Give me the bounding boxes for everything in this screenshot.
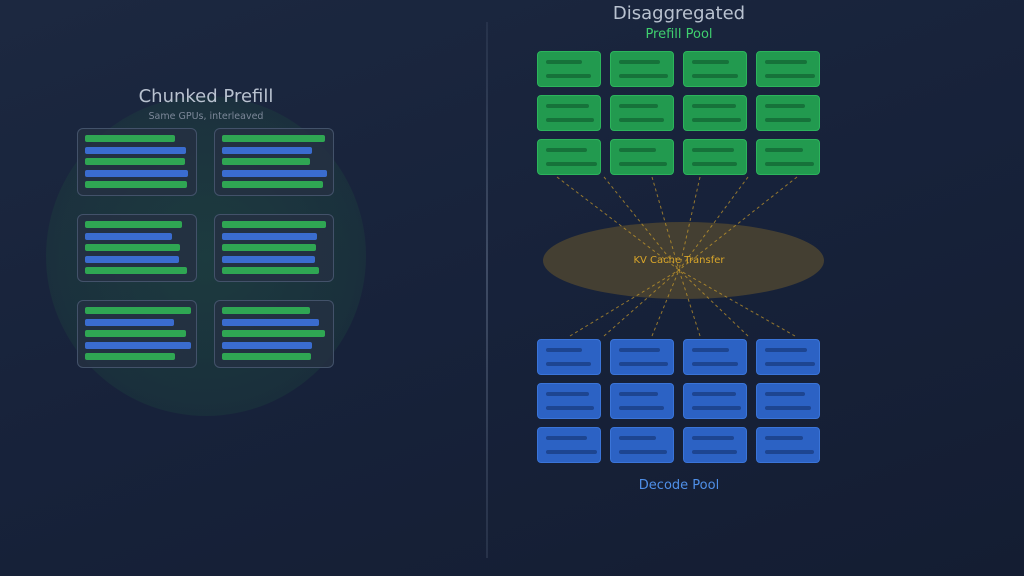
node-line (619, 450, 667, 454)
decode-gpu-node (756, 339, 820, 375)
node-line (619, 362, 668, 366)
node-line (765, 392, 805, 396)
decode-pool-label: Decode Pool (638, 478, 720, 493)
node-line (692, 450, 737, 454)
node-line (619, 348, 660, 352)
node-line (692, 406, 741, 410)
node-line (692, 348, 729, 352)
diagram: Chunked Prefill Same GPUs, interleaved D… (0, 0, 1024, 576)
decode-gpu-node (610, 383, 674, 419)
node-line (619, 436, 656, 440)
node-line (765, 406, 811, 410)
node-line (546, 362, 591, 366)
node-line (546, 450, 597, 454)
decode-gpu-node (756, 383, 820, 419)
kv-cache-transfer-label: KV Cache Transfer (633, 255, 725, 266)
decode-gpu-node (537, 383, 601, 419)
node-line (692, 436, 734, 440)
node-line (619, 392, 658, 396)
decode-gpu-node (537, 339, 601, 375)
node-line (546, 436, 587, 440)
node-line (692, 392, 736, 396)
decode-gpu-node (683, 339, 747, 375)
node-line (765, 362, 815, 366)
decode-gpu-node (683, 383, 747, 419)
node-line (765, 450, 814, 454)
decode-gpu-node (537, 427, 601, 463)
decode-gpu-node (756, 427, 820, 463)
decode-gpu-node (610, 427, 674, 463)
node-line (546, 406, 594, 410)
decode-gpu-node (610, 339, 674, 375)
node-line (765, 436, 803, 440)
decode-gpu-node (683, 427, 747, 463)
kv-transfer-line (678, 269, 701, 337)
kv-transfer-line (569, 269, 680, 337)
node-line (546, 392, 589, 396)
kv-transfer-links (556, 176, 798, 337)
node-line (692, 362, 738, 366)
kv-transfer-line (603, 269, 680, 337)
node-line (619, 406, 664, 410)
kv-transfer-line (651, 269, 680, 337)
node-line (546, 348, 582, 352)
node-line (765, 348, 807, 352)
